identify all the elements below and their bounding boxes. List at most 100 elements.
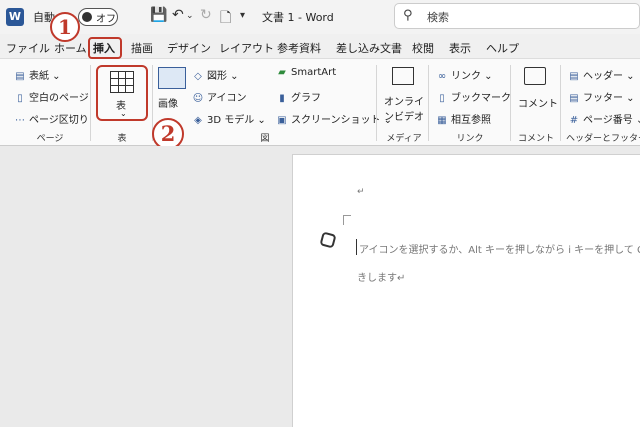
3d-model-icon: ◈: [194, 115, 202, 126]
group-label-illustrations: 図: [260, 134, 270, 144]
shapes-label: 図形: [207, 71, 227, 82]
toggle-knob: [82, 12, 92, 22]
bookmark-label: ブックマーク: [451, 93, 511, 104]
tab-layout[interactable]: レイアウト: [219, 40, 274, 56]
shapes-icon: ◇: [194, 71, 202, 82]
comment-icon: [524, 67, 546, 85]
blank-page-icon: ▯: [17, 93, 23, 104]
copilot-hint-line-2: きします↵: [357, 273, 406, 284]
page-number-button[interactable]: #ページ番号 ⌄: [568, 111, 640, 126]
tab-design[interactable]: デザイン: [167, 40, 211, 56]
online-video-button[interactable]: オンライ ンビデオ: [384, 93, 424, 123]
bookmark-button[interactable]: ▯ ブックマーク: [436, 89, 511, 104]
icons-label: アイコン: [207, 93, 247, 104]
online-video-label-1: オンライ: [384, 97, 424, 108]
blank-page-label: 空白のページ: [29, 93, 89, 104]
tab-references[interactable]: 参考資料: [277, 40, 321, 56]
cover-page-button[interactable]: ▤ 表紙 ⌄: [14, 67, 60, 82]
screenshot-icon: ▣: [277, 115, 287, 126]
search-placeholder: 検索: [427, 11, 449, 24]
chart-icon: ▮: [279, 93, 285, 104]
header-icon: ▤: [569, 71, 579, 82]
cover-page-icon: ▤: [15, 71, 25, 82]
tab-home[interactable]: ホーム: [54, 40, 87, 56]
title-bar: W 自動 オフ 💾 ↶ ⌄ ↻ 🗋 ▾ 文書 1 - Word ⚲ 検索: [0, 0, 640, 34]
link-icon: ∞: [437, 71, 447, 82]
group-label-header-footer: ヘッダーとフッター: [566, 134, 640, 144]
group-separator: [376, 65, 377, 141]
tab-view[interactable]: 表示: [449, 40, 471, 56]
page-break-button[interactable]: ⋯ ページ区切り: [14, 111, 89, 126]
new-document-icon[interactable]: 🗋: [220, 7, 231, 31]
search-icon: ⚲: [403, 8, 413, 23]
image-button[interactable]: 画像: [158, 95, 178, 110]
3d-models-button[interactable]: ◈ 3D モデル ⌄: [192, 111, 266, 126]
group-separator: [510, 65, 511, 141]
table-button[interactable]: 表 ⌄: [96, 65, 148, 121]
text-cursor: [356, 239, 357, 255]
screenshot-button[interactable]: ▣ スクリーンショット ⌄: [276, 111, 392, 126]
icons-button[interactable]: ☺ アイコン: [192, 89, 247, 104]
smartart-button[interactable]: ▰ SmartArt: [276, 67, 336, 78]
tab-file[interactable]: ファイル: [6, 40, 50, 56]
footer-icon: ▤: [569, 93, 579, 104]
group-label-media: メディア: [386, 134, 422, 144]
link-button[interactable]: ∞ リンク ⌄: [436, 67, 493, 82]
insert-tab-highlight: [88, 37, 122, 59]
tab-help[interactable]: ヘルプ: [486, 40, 519, 56]
chevron-down-icon: ⌄: [120, 109, 127, 118]
cross-reference-label: 相互参照: [451, 115, 491, 126]
copilot-hint-line-1: アイコンを選択するか、Alt キーを押しながら i キーを押して Copi: [359, 245, 640, 256]
group-label-comments: コメント: [517, 134, 554, 144]
tab-review[interactable]: 校閲: [412, 40, 434, 56]
online-video-icon: [392, 67, 414, 85]
cross-reference-button[interactable]: ▦ 相互参照: [436, 111, 491, 126]
smartart-icon: ▰: [278, 67, 286, 78]
header-label: ヘッダー: [583, 71, 623, 82]
footer-label: フッター: [583, 93, 623, 104]
redo-icon[interactable]: ↻: [200, 7, 212, 23]
page-number-icon: #: [569, 115, 579, 126]
cover-page-label: 表紙: [29, 71, 49, 82]
document-title: 文書 1 - Word: [262, 11, 334, 24]
customize-toolbar-icon[interactable]: ▾: [240, 10, 245, 21]
document-page[interactable]: ↵ アイコンを選択するか、Alt キーを押しながら i キーを押して Copi …: [292, 154, 640, 427]
step-1-badge: 1: [50, 12, 80, 42]
page-number-label: ページ番号: [583, 115, 633, 126]
undo-dropdown-icon[interactable]: ⌄: [186, 11, 194, 21]
picture-icon: [158, 67, 186, 89]
copilot-icon[interactable]: [319, 231, 337, 249]
tab-draw[interactable]: 描画: [131, 40, 153, 56]
group-separator: [90, 65, 91, 141]
group-separator: [428, 65, 429, 141]
margin-corner-mark: [343, 215, 351, 225]
smartart-label: SmartArt: [291, 67, 337, 78]
blank-page-button[interactable]: ▯ 空白のページ: [14, 89, 89, 104]
group-label-table: 表: [117, 134, 127, 144]
autosave-toggle[interactable]: オフ: [78, 8, 118, 26]
word-logo-icon: W: [6, 8, 24, 26]
document-area: ↵ アイコンを選択するか、Alt キーを押しながら i キーを押して Copi …: [0, 146, 640, 427]
save-icon[interactable]: 💾: [150, 7, 167, 23]
table-icon: [110, 71, 134, 93]
undo-icon[interactable]: ↶: [172, 7, 184, 23]
chart-label: グラフ: [291, 93, 321, 104]
group-label-pages: ページ: [36, 134, 64, 144]
toggle-text: オフ: [96, 14, 116, 25]
chart-button[interactable]: ▮ グラフ: [276, 89, 321, 104]
search-input[interactable]: ⚲ 検索: [394, 3, 640, 29]
tab-mailings[interactable]: 差し込み文書: [336, 40, 402, 56]
bookmark-icon: ▯: [439, 93, 445, 104]
ribbon: ▤ 表紙 ⌄ ▯ 空白のページ ⋯ ページ区切り ページ 表 ⌄ 表 画像 ◇ 図形 ⌄…: [0, 58, 640, 146]
group-label-links: リンク: [456, 134, 484, 144]
comment-button[interactable]: コメント: [518, 95, 558, 110]
footer-button[interactable]: ▤ フッター ⌄: [568, 89, 634, 104]
3d-models-label: 3D モデル: [207, 115, 255, 126]
header-button[interactable]: ▤ ヘッダー ⌄: [568, 67, 634, 82]
online-video-label-2: ンビデオ: [384, 112, 424, 123]
link-label: リンク: [451, 71, 481, 82]
group-separator: [560, 65, 561, 141]
page-break-icon: ⋯: [15, 115, 25, 126]
paragraph-mark: ↵: [357, 187, 365, 197]
shapes-button[interactable]: ◇ 図形 ⌄: [192, 67, 238, 82]
